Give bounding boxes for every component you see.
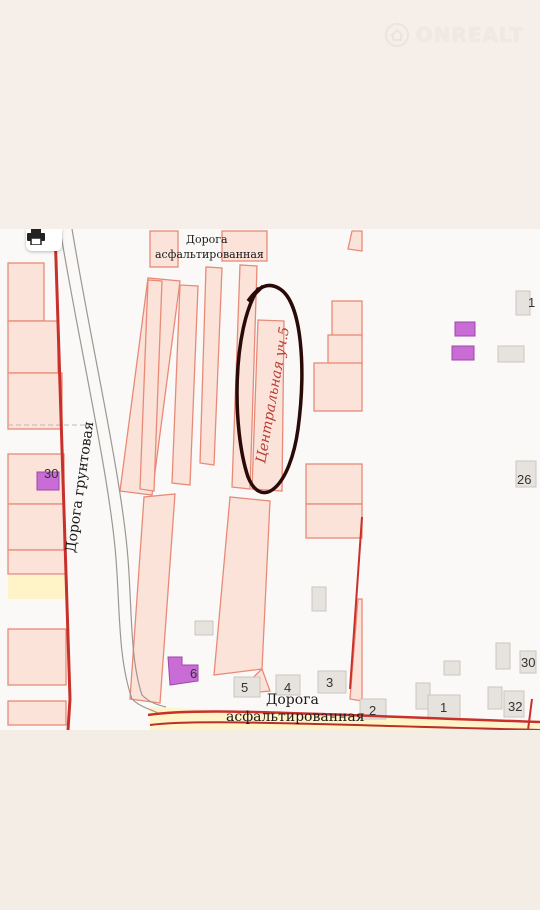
house-number: 30 [521,655,536,670]
road-label-top-line1: Дорога [186,233,228,246]
house-number: 6 [190,666,198,681]
print-button[interactable] [26,229,62,251]
house-number: 32 [508,699,523,714]
top-background: ONREALT [0,0,540,229]
house-logo-icon [384,23,409,47]
house-number: 30 [44,466,59,481]
house-number: 26 [517,472,532,487]
watermark-text: ONREALT [415,23,524,47]
house-number: 2 [369,703,377,718]
bottom-background [0,730,540,910]
house-number: 4 [284,680,292,695]
road-segment [8,575,68,599]
onrealt-watermark: ONREALT [384,22,524,48]
road-label-bottom-line2: асфальтированная [226,709,365,725]
house-number: 5 [241,680,249,695]
cadastral-map[interactable]: Дорога асфальтированная Дорога асфальтир… [0,229,540,730]
road-label-top-line2: асфальтированная [155,248,264,261]
road-label-bottom-line1: Дорога [266,692,319,708]
printer-icon [27,229,45,245]
house-number: 1 [528,295,536,310]
house-number: 3 [326,675,334,690]
parcels-middle [119,230,363,704]
house-number: 1 [440,700,448,715]
